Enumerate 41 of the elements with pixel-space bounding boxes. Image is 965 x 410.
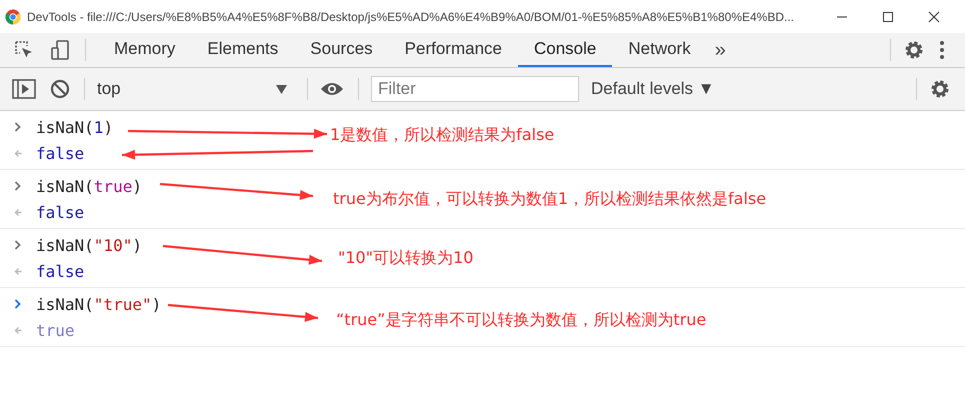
- maximize-icon[interactable]: [882, 10, 894, 22]
- result-text: false: [36, 144, 84, 162]
- command-text: isNaN("true"): [36, 294, 162, 314]
- annotation: "10"可以转换为10: [338, 248, 474, 269]
- result-text: false: [36, 262, 84, 280]
- close-icon[interactable]: [928, 10, 940, 22]
- result-arrow-icon: [13, 326, 23, 334]
- settings-icon[interactable]: [929, 78, 951, 100]
- chrome-logo-icon: [5, 8, 21, 24]
- annotation: “true”是字符串不可以转换为数值，所以检测为true: [336, 310, 706, 331]
- sidebar-toggle-icon[interactable]: [12, 79, 36, 99]
- settings-icon[interactable]: [903, 39, 925, 61]
- context-dropdown[interactable]: top: [97, 79, 295, 99]
- command-text: isNaN(1): [36, 118, 114, 136]
- result-arrow-icon: [13, 266, 23, 276]
- result-arrow-icon: [13, 148, 23, 158]
- chevron-icon: [13, 122, 23, 132]
- command-text: isNaN("10"): [36, 236, 142, 254]
- chevron-icon: [13, 181, 23, 191]
- chevron-icon: [13, 299, 23, 309]
- command-text: isNaN(true): [36, 176, 142, 196]
- panel-tab[interactable]: Performance: [388, 33, 518, 67]
- result-arrow-icon: [13, 208, 23, 216]
- eye-icon[interactable]: [320, 81, 344, 97]
- window-title: DevTools - file:///C:/Users/%E8%B5%A4%E5%8F%B8/Desktop/js%E5%AD%A6%E4%B9%A0/BOM/01-%E5%85%A8%E5%B1%80%E4%BD...: [27, 10, 796, 24]
- panel-tab[interactable]: Sources: [294, 33, 389, 67]
- filter-field[interactable]: Filter: [371, 76, 579, 102]
- device-toolbar-icon[interactable]: [49, 39, 71, 61]
- annotation: true为布尔值，可以转换为数值1，所以检测结果依然是false: [333, 189, 766, 210]
- panel-tab[interactable]: Memory: [98, 33, 192, 67]
- eager-result-text: true: [36, 320, 75, 340]
- panel-tab[interactable]: Network: [612, 33, 707, 67]
- clear-console-icon[interactable]: [50, 79, 70, 99]
- more-tabs-button[interactable]: »: [706, 38, 734, 62]
- panel-tab[interactable]: Elements: [191, 33, 294, 67]
- caret-icon: [276, 84, 287, 94]
- log-levels-dropdown[interactable]: Default levels ▼: [591, 79, 715, 99]
- result-text: false: [36, 202, 84, 222]
- annotation: 1是数值，所以检测结果为false: [330, 125, 554, 146]
- chevron-icon: [13, 240, 23, 250]
- menu-icon[interactable]: [939, 40, 945, 60]
